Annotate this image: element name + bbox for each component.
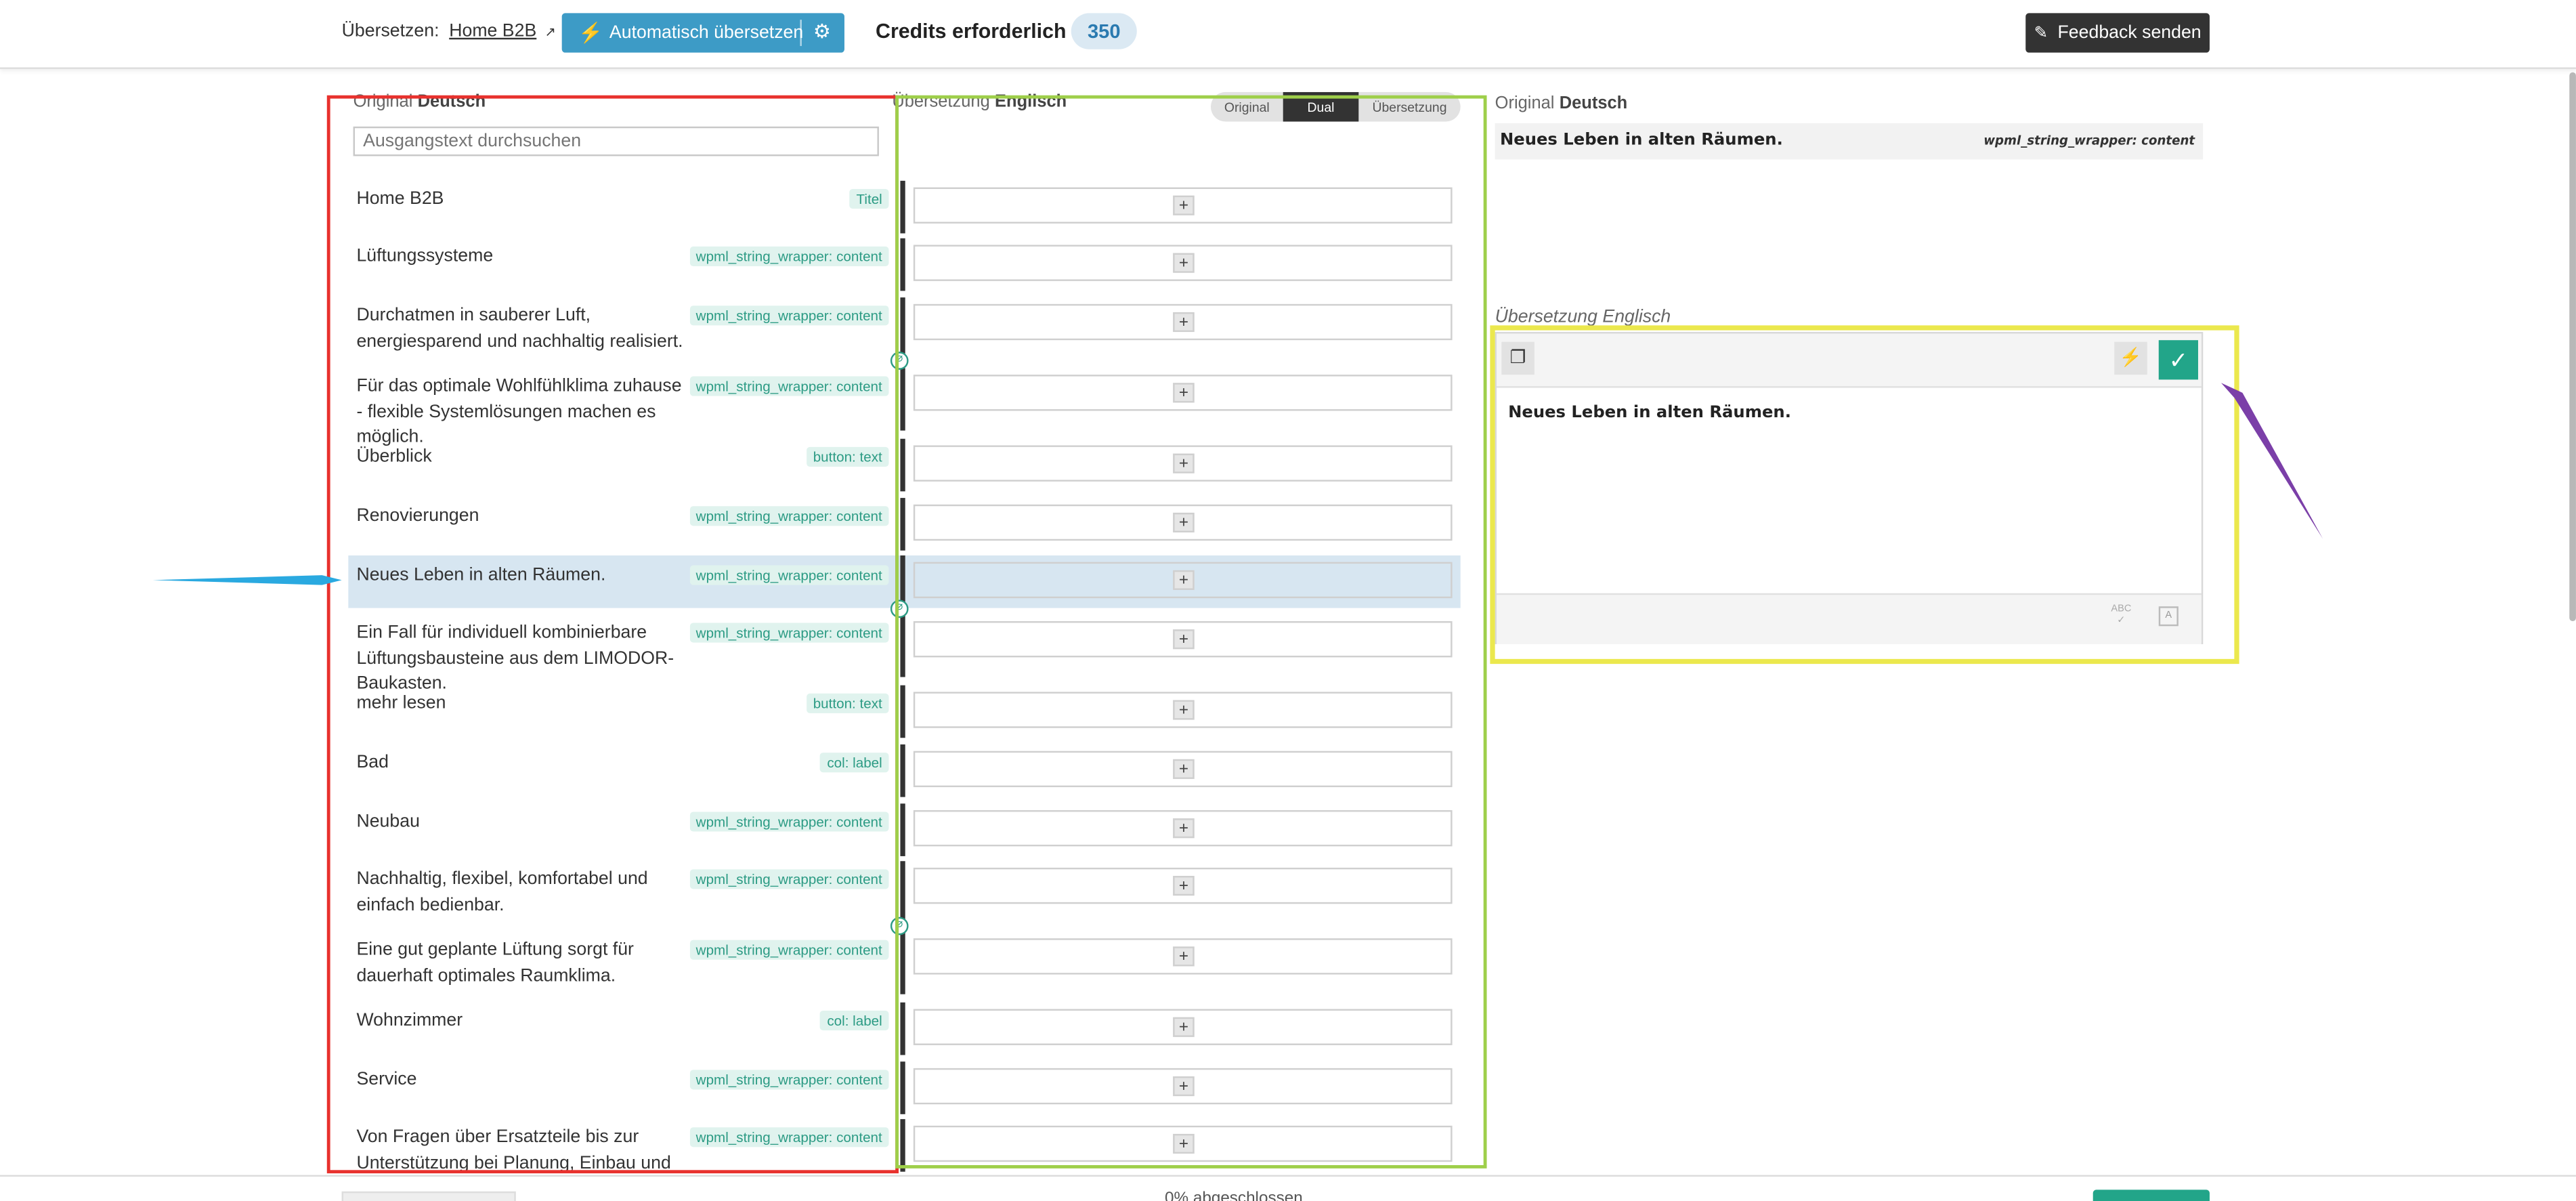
page-scrollbar[interactable] bbox=[2569, 72, 2576, 622]
original-preview-tag: wpml_string_wrapper: content bbox=[1983, 133, 2195, 148]
previous-button[interactable] bbox=[341, 1191, 516, 1201]
button-separator bbox=[800, 20, 802, 46]
blue-arrow-icon bbox=[152, 575, 342, 585]
top-bar: Übersetzen: Home B2B ↗ ⚡ Automatisch übe… bbox=[0, 0, 2576, 69]
pen-icon: ✎ bbox=[2034, 24, 2048, 42]
auto-translate-button[interactable]: ⚡ Automatisch übersetzen ⚙ bbox=[561, 13, 844, 53]
auto-translate-label: Automatisch übersetzen bbox=[609, 22, 804, 43]
feedback-button[interactable]: ✎ Feedback senden bbox=[2025, 13, 2210, 53]
original-preview-text: Neues Leben in alten Räumen. bbox=[1499, 131, 1783, 150]
editor-translation-language: Englisch bbox=[1602, 307, 1671, 327]
translate-label: Übersetzen: bbox=[341, 21, 439, 41]
editor-original-label: Original bbox=[1495, 93, 1555, 114]
editor-translation-header: Übersetzung Englisch bbox=[1495, 308, 1671, 327]
editor-original-header: Original Deutsch bbox=[1495, 93, 1628, 113]
progress-status: 0% abgeschlossen bbox=[1165, 1189, 1303, 1201]
bottom-bar: 0% abgeschlossen bbox=[0, 1175, 2576, 1201]
gear-icon[interactable]: ⚙ bbox=[813, 20, 831, 43]
green-highlight-box bbox=[895, 95, 1487, 1168]
complete-button[interactable] bbox=[2092, 1189, 2210, 1201]
yellow-highlight-box bbox=[1490, 325, 2239, 665]
original-preview: Neues Leben in alten Räumen. wpml_string… bbox=[1495, 123, 2204, 160]
translate-label-group: Übersetzen: Home B2B ↗ bbox=[342, 22, 556, 41]
credits-label: Credits erforderlich bbox=[876, 20, 1067, 43]
editor-original-language: Deutsch bbox=[1559, 93, 1628, 114]
red-highlight-box bbox=[326, 95, 899, 1174]
credits-badge: 350 bbox=[1071, 13, 1137, 49]
page-link[interactable]: Home B2B bbox=[449, 22, 536, 41]
feedback-label: Feedback senden bbox=[2057, 22, 2202, 43]
external-link-icon[interactable]: ↗ bbox=[545, 24, 556, 39]
bolt-icon: ⚡ bbox=[578, 21, 603, 45]
editor-translation-label: Übersetzung bbox=[1495, 307, 1597, 327]
stage: Übersetzen: Home B2B ↗ ⚡ Automatisch übe… bbox=[0, 0, 2576, 1201]
